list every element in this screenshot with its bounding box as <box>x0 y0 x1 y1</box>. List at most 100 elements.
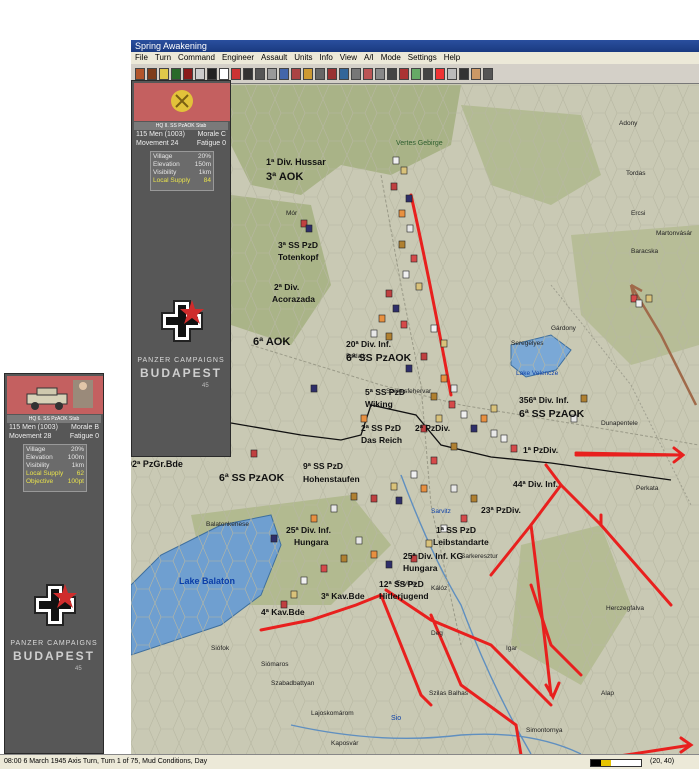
unit-counter[interactable] <box>370 329 378 338</box>
unit-counter[interactable] <box>370 550 378 559</box>
menu-units[interactable]: Units <box>294 52 312 64</box>
unit-counter[interactable] <box>450 442 458 451</box>
unit-counter[interactable] <box>392 156 400 165</box>
unit-counter[interactable] <box>355 536 363 545</box>
unit-counter[interactable] <box>410 470 418 479</box>
unit-counter[interactable] <box>435 414 443 423</box>
unit-counter[interactable] <box>410 254 418 263</box>
unit-counter[interactable] <box>430 456 438 465</box>
unit-counter[interactable] <box>398 240 406 249</box>
unit-counter[interactable] <box>305 224 313 233</box>
unit-counter[interactable] <box>470 424 478 433</box>
unit-counter[interactable] <box>360 414 368 423</box>
unit-counter[interactable] <box>450 484 458 493</box>
toolbar-button-icon[interactable] <box>183 67 193 80</box>
toolbar-button-icon[interactable] <box>231 67 241 80</box>
unit-counter[interactable] <box>250 449 258 458</box>
toolbar-button-icon[interactable] <box>267 67 277 80</box>
menu-help[interactable]: Help <box>444 52 460 64</box>
menu-command[interactable]: Command <box>178 52 215 64</box>
toolbar-button-icon[interactable] <box>159 67 169 80</box>
unit-counter[interactable] <box>460 514 468 523</box>
unit-counter[interactable] <box>580 394 588 403</box>
toolbar-button-icon[interactable] <box>363 67 373 80</box>
unit-counter[interactable] <box>490 429 498 438</box>
unit-counter[interactable] <box>330 504 338 513</box>
unit-counter[interactable] <box>645 294 653 303</box>
menu-mode[interactable]: Mode <box>381 52 401 64</box>
unit-portrait[interactable] <box>7 376 103 414</box>
unit-counter[interactable] <box>300 576 308 585</box>
unit-counter[interactable] <box>340 554 348 563</box>
unit-counter[interactable] <box>290 590 298 599</box>
toolbar-button-icon[interactable] <box>411 67 421 80</box>
unit-counter[interactable] <box>635 299 643 308</box>
menu-engineer[interactable]: Engineer <box>222 52 254 64</box>
toolbar-button-icon[interactable] <box>291 67 301 80</box>
unit-counter[interactable] <box>395 496 403 505</box>
toolbar-button-icon[interactable] <box>339 67 349 80</box>
menu-file[interactable]: File <box>135 52 148 64</box>
unit-counter[interactable] <box>440 374 448 383</box>
unit-counter[interactable] <box>378 314 386 323</box>
unit-counter[interactable] <box>405 194 413 203</box>
menu-view[interactable]: View <box>340 52 357 64</box>
toolbar-button-icon[interactable] <box>207 67 217 80</box>
unit-counter[interactable] <box>448 400 456 409</box>
toolbar-button-icon[interactable] <box>135 67 145 80</box>
unit-counter[interactable] <box>350 492 358 501</box>
unit-counter[interactable] <box>460 410 468 419</box>
unit-counter[interactable] <box>430 324 438 333</box>
unit-counter[interactable] <box>370 494 378 503</box>
toolbar-button-icon[interactable] <box>147 67 157 80</box>
unit-counter[interactable] <box>405 364 413 373</box>
unit-counter[interactable] <box>440 339 448 348</box>
toolbar-button-icon[interactable] <box>399 67 409 80</box>
unit-counter[interactable] <box>406 224 414 233</box>
menu-assault[interactable]: Assault <box>261 52 287 64</box>
unit-counter[interactable] <box>390 182 398 191</box>
unit-counter[interactable] <box>310 384 318 393</box>
unit-counter[interactable] <box>470 494 478 503</box>
menu-settings[interactable]: Settings <box>408 52 437 64</box>
unit-counter[interactable] <box>400 166 408 175</box>
unit-counter[interactable] <box>415 282 423 291</box>
toolbar-button-icon[interactable] <box>447 67 457 80</box>
toolbar-button-icon[interactable] <box>279 67 289 80</box>
unit-counter[interactable] <box>480 414 488 423</box>
toolbar-button-icon[interactable] <box>219 67 229 80</box>
menu-info[interactable]: Info <box>319 52 332 64</box>
toolbar-button-icon[interactable] <box>483 67 493 80</box>
unit-counter[interactable] <box>425 539 433 548</box>
toolbar-button-icon[interactable] <box>459 67 469 80</box>
unit-counter[interactable] <box>385 289 393 298</box>
toolbar-button-icon[interactable] <box>303 67 313 80</box>
toolbar-button-icon[interactable] <box>255 67 265 80</box>
unit-counter[interactable] <box>510 444 518 453</box>
unit-counter[interactable] <box>385 560 393 569</box>
unit-counter[interactable] <box>320 564 328 573</box>
unit-counter[interactable] <box>310 514 318 523</box>
toolbar-button-icon[interactable] <box>171 67 181 80</box>
toolbar-button-icon[interactable] <box>195 67 205 80</box>
toolbar-button-icon[interactable] <box>327 67 337 80</box>
unit-counter[interactable] <box>420 352 428 361</box>
unit-counter[interactable] <box>430 392 438 401</box>
toolbar-button-icon[interactable] <box>315 67 325 80</box>
toolbar-button-icon[interactable] <box>375 67 385 80</box>
unit-counter[interactable] <box>402 270 410 279</box>
unit-counter[interactable] <box>270 534 278 543</box>
toolbar-button-icon[interactable] <box>471 67 481 80</box>
unit-counter[interactable] <box>390 482 398 491</box>
unit-counter[interactable] <box>398 209 406 218</box>
unit-counter[interactable] <box>500 434 508 443</box>
unit-portrait[interactable] <box>134 83 230 121</box>
unit-counter[interactable] <box>392 304 400 313</box>
menu-ai[interactable]: A/I <box>364 52 374 64</box>
toolbar-button-icon[interactable] <box>387 67 397 80</box>
unit-counter[interactable] <box>400 320 408 329</box>
menu-turn[interactable]: Turn <box>155 52 171 64</box>
toolbar-button-icon[interactable] <box>435 67 445 80</box>
toolbar-button-icon[interactable] <box>351 67 361 80</box>
toolbar-button-icon[interactable] <box>243 67 253 80</box>
